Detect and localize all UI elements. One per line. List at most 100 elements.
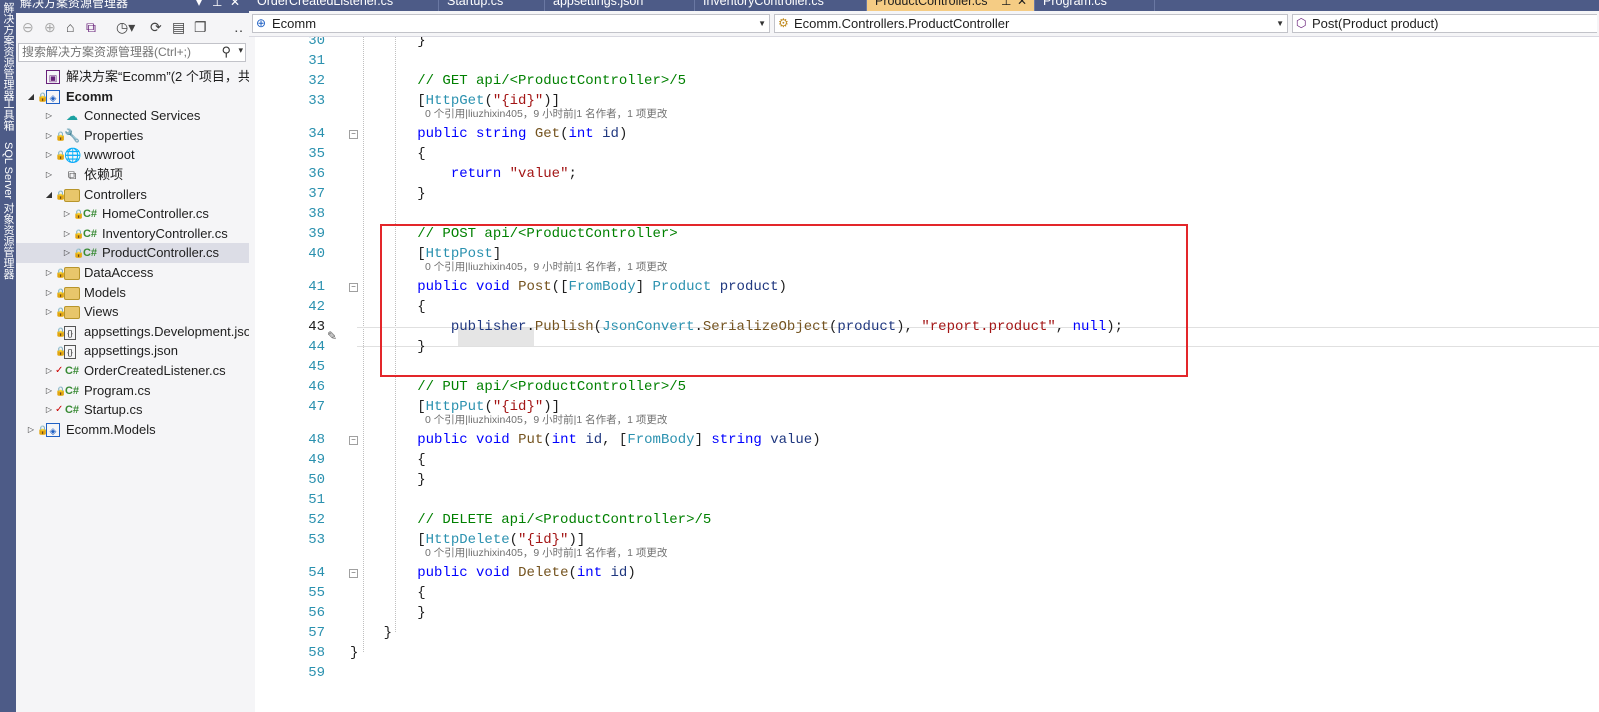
expanded-arrow-icon[interactable]: ◢ [44, 185, 54, 205]
editor-tab[interactable]: ProductController.cs ⊥ ✕ [867, 0, 1035, 11]
search-options-icon[interactable]: ▾ [238, 45, 243, 56]
tree-item[interactable]: ▷ 🔒 Views [16, 302, 249, 322]
code-line[interactable]: return "value"; [350, 164, 577, 184]
show-all-files-icon[interactable]: ❐ [194, 18, 207, 36]
tree-item[interactable]: ▷ 🔒 C# HomeController.cs [16, 204, 249, 224]
editor-tab[interactable]: Startup.cs [439, 0, 545, 11]
code-line[interactable]: // PUT api/<ProductController>/5 [350, 377, 686, 397]
more-icon[interactable]: ‥ [234, 18, 243, 36]
close-icon[interactable]: ✕ [230, 0, 240, 8]
pin-icon[interactable]: ⊥ [1001, 0, 1011, 7]
code-line[interactable]: public void Post([FromBody] Product prod… [350, 277, 787, 297]
dropdown-arrow-icon[interactable]: ▾ [196, 0, 202, 8]
editor-tab[interactable]: appsettings.json [545, 0, 695, 11]
code-line[interactable]: } [350, 470, 425, 490]
tree-item[interactable]: ▣ 解决方案“Ecomm”(2 个项目，共 2 个) [16, 67, 249, 87]
tree-item[interactable]: ▷ 🔒 DataAccess [16, 263, 249, 283]
fold-toggle-icon[interactable]: − [349, 283, 358, 292]
editor-tab[interactable]: Program.cs [1035, 0, 1155, 11]
collapsed-arrow-icon[interactable]: ▷ [44, 400, 54, 420]
collapsed-arrow-icon[interactable]: ▷ [26, 420, 36, 440]
code-line[interactable]: publisher.Publish(JsonConvert.SerializeO… [350, 317, 1123, 337]
collapsed-arrow-icon[interactable]: ▷ [44, 302, 54, 322]
search-icon[interactable]: ⚲ [221, 44, 231, 60]
collapsed-arrow-icon[interactable]: ▷ [44, 361, 54, 381]
collapsed-arrow-icon[interactable]: ▷ [62, 224, 72, 244]
collapsed-arrow-icon[interactable]: ▷ [44, 263, 54, 283]
code-line[interactable]: { [350, 297, 425, 317]
fold-toggle-icon[interactable]: − [349, 569, 358, 578]
vtab-toolbox[interactable]: 工具箱 [0, 98, 16, 131]
tree-item[interactable]: ▷ ✓ C# Startup.cs [16, 400, 249, 420]
tree-item[interactable]: ▷ 🔒 ◈ Ecomm.Models [16, 420, 249, 440]
code-line[interactable]: { [350, 144, 425, 164]
collapsed-arrow-icon[interactable]: ▷ [44, 145, 54, 165]
tree-item[interactable]: ▷ ⧉ 依赖项 [16, 165, 249, 185]
fold-toggle-icon[interactable]: − [349, 130, 358, 139]
code-line[interactable]: } [350, 37, 425, 51]
code-line[interactable]: // DELETE api/<ProductController>/5 [350, 510, 711, 530]
home-icon[interactable]: ⌂ [66, 18, 74, 36]
code-line[interactable]: // GET api/<ProductController>/5 [350, 71, 686, 91]
search-input[interactable] [19, 44, 212, 60]
collapsed-arrow-icon[interactable]: ▷ [44, 106, 54, 126]
sync-icon[interactable]: ⟳ [150, 18, 162, 36]
codelens-info[interactable]: 0 个引用|liuzhixin405，9 小时前|1 名作者，1 项更改 [425, 108, 667, 120]
code-token: // GET api/<ProductController>/5 [417, 73, 687, 89]
tree-item[interactable]: ▷ ✓ C# OrderCreatedListener.cs [16, 361, 249, 381]
quick-actions-icon[interactable]: ✎ [327, 329, 337, 343]
tree-item[interactable]: ▷ 🔒 C# Program.cs [16, 381, 249, 401]
pin-icon[interactable]: ⊥ [212, 0, 222, 8]
code-line[interactable]: } [350, 623, 392, 643]
tree-item[interactable]: ▷ 🔒 🌐 wwwroot [16, 145, 249, 165]
vtab-sql-server-explorer[interactable]: SQL Server 对象资源管理器 [0, 142, 16, 279]
tree-item[interactable]: ▷ 🔒 C# ProductController.cs [16, 243, 249, 264]
collapsed-arrow-icon[interactable]: ▷ [62, 204, 72, 224]
code-line[interactable]: public string Get(int id) [350, 124, 627, 144]
codelens-info[interactable]: 0 个引用|liuzhixin405，9 小时前|1 名作者，1 项更改 [425, 547, 667, 559]
code-line[interactable]: } [350, 643, 358, 663]
vtab-solution-explorer[interactable]: 解决方案资源管理器 [0, 2, 16, 101]
code-line[interactable]: { [350, 450, 425, 470]
tree-item[interactable]: ▷ ☁ Connected Services [16, 106, 249, 126]
fold-toggle-icon[interactable]: − [349, 436, 358, 445]
switch-views-icon[interactable]: ⧉ [86, 18, 96, 36]
back-icon[interactable]: ⊖ [22, 18, 34, 36]
member-dropdown[interactable]: ⬡ Post(Product product) [1292, 14, 1597, 33]
editor-tab[interactable]: OrderCreatedListener.cs [249, 0, 439, 11]
tree-item[interactable]: ▷ 🔒 Models [16, 283, 249, 303]
editor-tab[interactable]: InventoryController.cs [695, 0, 867, 11]
code-token: ] [635, 279, 653, 295]
collapsed-arrow-icon[interactable]: ▷ [44, 381, 54, 401]
codelens-info[interactable]: 0 个引用|liuzhixin405，9 小时前|1 名作者，1 项更改 [425, 261, 667, 273]
editor-tab-label: appsettings.json [553, 0, 644, 8]
tree-item[interactable]: 🔒{} appsettings.json [16, 341, 249, 361]
tree-item[interactable]: ▷ 🔒 🔧 Properties [16, 126, 249, 146]
code-line[interactable]: } [350, 337, 425, 357]
collapsed-arrow-icon[interactable]: ▷ [62, 243, 72, 263]
pending-changes-icon[interactable]: ◷▾ [116, 18, 135, 36]
tree-item[interactable]: 🔒{} appsettings.Development.json [16, 322, 249, 342]
code-line[interactable]: { [350, 583, 425, 603]
codelens-info[interactable]: 0 个引用|liuzhixin405，9 小时前|1 名作者，1 项更改 [425, 414, 667, 426]
code-token: "{id}" [518, 532, 569, 548]
tree-item[interactable]: ◢ 🔒 Controllers [16, 185, 249, 205]
collapsed-arrow-icon[interactable]: ▷ [44, 165, 54, 185]
code-line[interactable]: } [350, 184, 425, 204]
tree-item[interactable]: ▷ 🔒 C# InventoryController.cs [16, 224, 249, 244]
class-dropdown[interactable]: ⚙ Ecomm.Controllers.ProductController ▼ [774, 14, 1288, 33]
code-line[interactable]: public void Put(int id, [FromBody] strin… [350, 430, 820, 450]
forward-icon[interactable]: ⊕ [44, 18, 56, 36]
collapse-all-icon[interactable]: ▤ [172, 18, 185, 36]
code-line[interactable]: // POST api/<ProductController> [350, 224, 677, 244]
tree-item[interactable]: ◢ 🔒 ◈ Ecomm [16, 87, 249, 107]
code-line[interactable]: public void Delete(int id) [350, 563, 636, 583]
expanded-arrow-icon[interactable]: ◢ [26, 87, 36, 107]
close-tab-icon[interactable]: ✕ [1017, 0, 1027, 7]
code-editor[interactable]: 30 } 31 32 // GET api/<ProductController>/… [255, 37, 1599, 712]
collapsed-arrow-icon[interactable]: ▷ [44, 126, 54, 146]
project-dropdown[interactable]: ⊕ Ecomm ▼ [252, 14, 770, 33]
code-token: [ [350, 399, 426, 415]
code-line[interactable]: } [350, 603, 425, 623]
collapsed-arrow-icon[interactable]: ▷ [44, 283, 54, 303]
